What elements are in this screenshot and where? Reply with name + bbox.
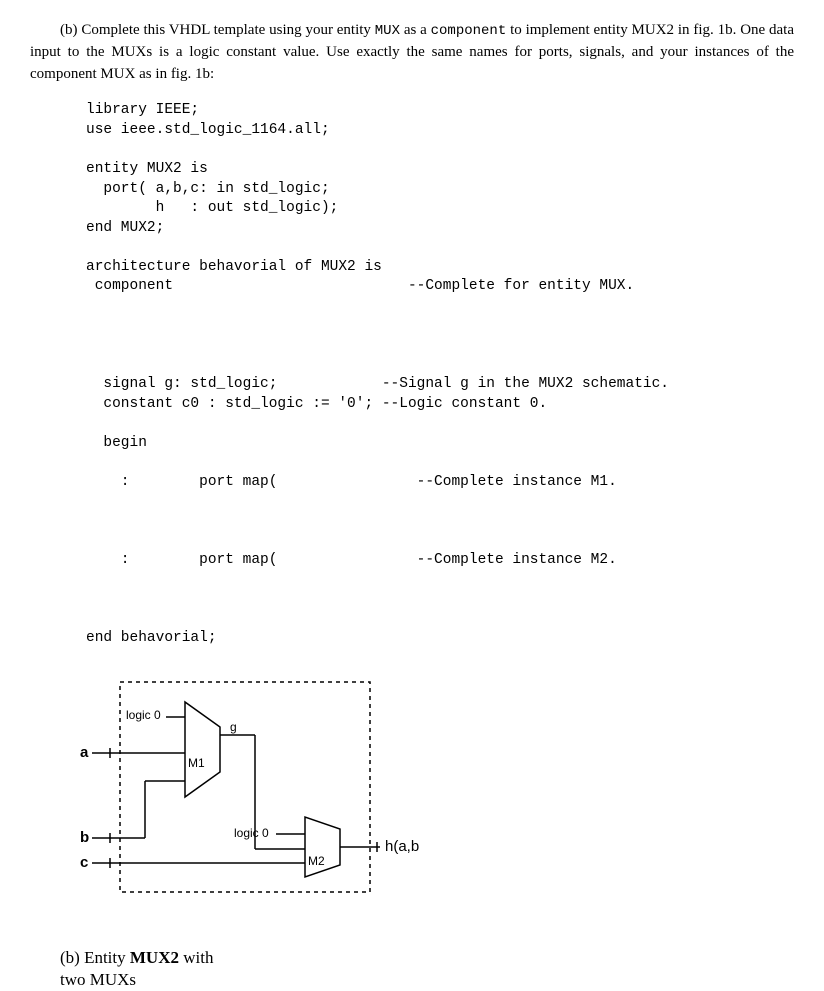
code-line: : port map( --Complete instance M2. (86, 552, 617, 568)
component-keyword: component (431, 23, 507, 39)
problem-statement: (b) Complete this VHDL template using yo… (30, 20, 794, 85)
code-line: end behavorial; (86, 630, 217, 646)
code-line: component --Complete for entity MUX. (86, 278, 634, 294)
problem-text-2: as a (400, 22, 431, 38)
mux-m2-label: M2 (308, 854, 325, 868)
mux-m1-shape (185, 702, 220, 797)
port-a-label: a (80, 744, 89, 761)
caption-bold: MUX2 (130, 948, 179, 967)
caption-text2: with (179, 948, 213, 967)
part-label: (b) (60, 22, 78, 38)
mux-m1-label: M1 (188, 756, 205, 770)
code-line: library IEEE; (86, 102, 199, 118)
logic0-m1-label: logic 0 (126, 708, 161, 722)
output-h-label: h(a,b,c) (385, 838, 420, 855)
code-line: use ieee.std_logic_1164.all; (86, 122, 330, 138)
port-b-label: b (80, 829, 89, 846)
code-line: : port map( --Complete instance M1. (86, 474, 617, 490)
code-line: h : out std_logic); (86, 200, 338, 216)
code-line: port( a,b,c: in std_logic; (86, 181, 330, 197)
code-line: constant c0 : std_logic := '0'; --Logic … (86, 396, 547, 412)
schematic-diagram: a b c logic 0 M1 g logic 0 M2 h(a,b,c) (80, 677, 410, 937)
code-line: signal g: std_logic; --Signal g in the M… (86, 376, 669, 392)
mux-keyword: MUX (375, 23, 400, 39)
mux-m2-shape (305, 817, 340, 877)
vhdl-code-block: library IEEE; use ieee.std_logic_1164.al… (86, 101, 794, 649)
caption-part: (b) (60, 948, 80, 967)
code-line: architecture behavorial of MUX2 is (86, 259, 382, 275)
caption-text3: two MUXs (60, 970, 136, 989)
code-line: entity MUX2 is (86, 161, 208, 177)
code-line: begin (86, 435, 147, 451)
signal-g-label: g (230, 720, 237, 734)
port-c-label: c (80, 854, 88, 871)
problem-text-1: Complete this VHDL template using your e… (81, 22, 374, 38)
logic0-m2-label: logic 0 (234, 826, 269, 840)
caption-text1: Entity (84, 948, 130, 967)
code-line: end MUX2; (86, 220, 164, 236)
figure-caption: (b) Entity MUX2 with two MUXs (60, 947, 794, 991)
